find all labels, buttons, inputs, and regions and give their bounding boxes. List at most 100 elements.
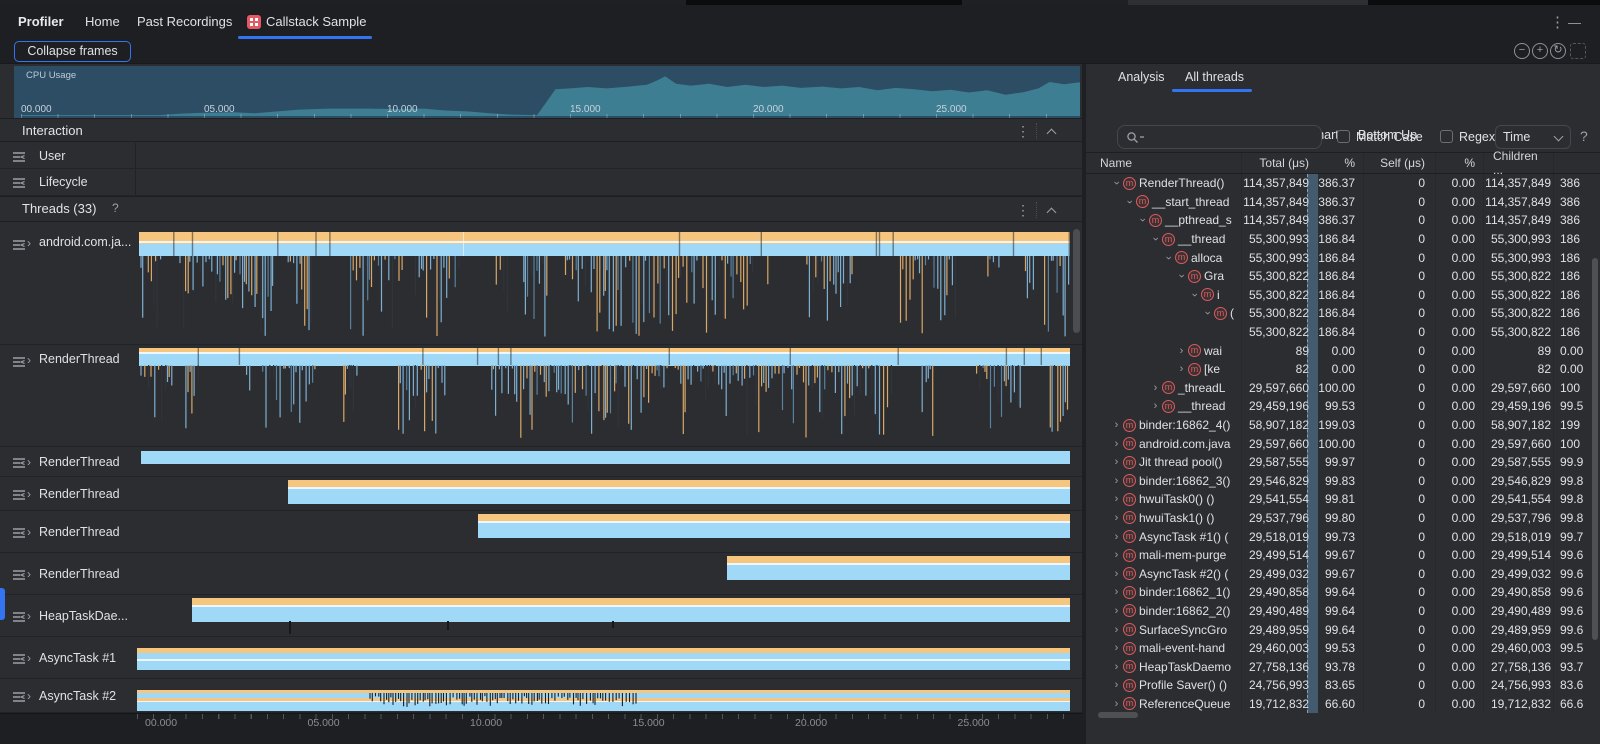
thread-track-chart[interactable] [137, 637, 1070, 678]
collapse-arrow-icon[interactable]: › [1124, 195, 1136, 208]
collapse-arrow-icon[interactable]: › [1189, 288, 1201, 301]
threads-section-header[interactable]: Threads (33) ? ⋮ [0, 196, 1082, 222]
thread-track-chart[interactable] [137, 511, 1070, 552]
table-row[interactable]: ›m__thread29,459,19699.5300.0029,459,196… [1086, 397, 1600, 416]
table-row[interactable]: ›m__start_thread114,357,849386.3700.0011… [1086, 193, 1600, 212]
table-row[interactable]: ›m__thread55,300,993186.8400.0055,300,99… [1086, 230, 1600, 249]
table-row[interactable]: ›mbinder:16862_1()29,490,85899.6400.0029… [1086, 583, 1600, 602]
expand-arrow-icon[interactable]: › [1110, 642, 1123, 654]
track-row-lifecycle[interactable]: Lifecycle [0, 169, 1082, 196]
table-header[interactable]: Name Total (μs) % Self (μs) % Children .… [1086, 152, 1600, 174]
table-row[interactable]: ›mandroid.com.java29,597,660100.0000.002… [1086, 434, 1600, 453]
expand-arrow-icon[interactable]: › [1110, 605, 1123, 617]
expand-arrow-icon[interactable]: › [1175, 345, 1188, 357]
interaction-options-icon[interactable]: ⋮ [1016, 123, 1030, 140]
chevron-right-icon[interactable]: › [27, 609, 31, 623]
table-row[interactable]: ›m(55,300,822186.8400.0055,300,822186 [1086, 304, 1600, 323]
search-input[interactable] [1117, 125, 1322, 149]
thread-track-chart[interactable] [137, 345, 1070, 446]
chevron-right-icon[interactable]: › [27, 455, 31, 469]
table-row[interactable]: ›mbinder:16862_3()29,546,82999.8300.0029… [1086, 472, 1600, 491]
table-row[interactable]: ›mHeapTaskDaemo27,758,13693.7800.0027,75… [1086, 657, 1600, 676]
thread-track-chart[interactable] [137, 447, 1070, 476]
help-icon[interactable]: ? [1580, 128, 1588, 144]
expand-arrow-icon[interactable]: › [1149, 382, 1162, 394]
expand-arrow-icon[interactable]: › [1110, 438, 1123, 450]
zoom-out-icon[interactable]: − [1514, 43, 1530, 59]
threads-help-icon[interactable]: ? [112, 201, 119, 215]
thread-track-chart[interactable] [137, 679, 1070, 712]
table-row[interactable]: ›mbinder:16862_2()29,490,48999.6400.0029… [1086, 602, 1600, 621]
expand-arrow-icon[interactable]: › [1110, 679, 1123, 691]
table-row[interactable]: ›mmali-mem-purge29,499,51499.6700.0029,4… [1086, 546, 1600, 565]
table-row[interactable]: ›mhwuiTask1() ()29,537,79699.8000.0029,5… [1086, 509, 1600, 528]
expand-arrow-icon[interactable]: › [1110, 624, 1123, 636]
thread-row[interactable]: ›AsyncTask #2 [0, 679, 1082, 713]
tab-all-threads[interactable]: All threads [1185, 70, 1244, 84]
table-row[interactable]: ›m[ke820.0000.00820.00 [1086, 360, 1600, 379]
table-row[interactable]: ›m__pthread_s114,357,849386.3700.00114,3… [1086, 211, 1600, 230]
reset-zoom-icon[interactable]: ↻ [1550, 43, 1566, 59]
expand-arrow-icon[interactable]: › [1110, 549, 1123, 561]
tab-callstack-sample[interactable]: Callstack Sample [266, 14, 366, 29]
table-row[interactable]: ›mJit thread pool()29,587,55599.9700.002… [1086, 453, 1600, 472]
match-case-checkbox[interactable] [1337, 130, 1350, 143]
expand-arrow-icon[interactable]: › [1110, 493, 1123, 505]
thread-row[interactable]: ›AsyncTask #1 [0, 637, 1082, 679]
threads-vertical-scrollbar[interactable] [1073, 229, 1080, 333]
track-row-user[interactable]: User [0, 143, 1082, 169]
collapse-arrow-icon[interactable]: › [1176, 270, 1188, 283]
interaction-section-header[interactable]: Interaction ⋮ [0, 118, 1082, 142]
table-vertical-scrollbar[interactable] [1592, 258, 1598, 640]
expand-arrow-icon[interactable]: › [1110, 568, 1123, 580]
table-row[interactable]: ›mAsyncTask #2() (29,499,03299.6700.0029… [1086, 564, 1600, 583]
chevron-right-icon[interactable]: › [27, 487, 31, 501]
expand-arrow-icon[interactable]: › [1110, 698, 1123, 710]
table-row[interactable]: ›mGra55,300,822186.8400.0055,300,822186 [1086, 267, 1600, 286]
collapse-arrow-icon[interactable]: › [1137, 214, 1149, 227]
expand-arrow-icon[interactable]: › [1110, 419, 1123, 431]
table-row[interactable]: 55,300,822186.8400.0055,300,822186 [1086, 323, 1600, 342]
thread-row[interactable]: ›RenderThread [0, 477, 1082, 511]
thread-row[interactable]: ›RenderThread [0, 447, 1082, 477]
table-row[interactable]: ›mReferenceQueue19,712,83266.6000.0019,7… [1086, 695, 1600, 714]
chevron-right-icon[interactable]: › [27, 353, 31, 367]
table-row[interactable]: ›mSurfaceSyncGro29,489,95999.6400.0029,4… [1086, 620, 1600, 639]
expand-arrow-icon[interactable]: › [1110, 512, 1123, 524]
filter-type-dropdown[interactable]: Time [1495, 125, 1571, 149]
expand-arrow-icon[interactable]: › [1110, 531, 1123, 543]
tab-home[interactable]: Home [85, 14, 120, 29]
table-row[interactable]: ›mProfile Saver() ()24,756,99383.6500.00… [1086, 676, 1600, 695]
table-row[interactable]: ›mwai890.0000.00890.00 [1086, 341, 1600, 360]
interaction-collapse-icon[interactable] [1047, 129, 1057, 139]
thread-row[interactable]: ›RenderThread [0, 345, 1082, 447]
table-row[interactable]: ›mi55,300,822186.8400.0055,300,822186 [1086, 286, 1600, 305]
expand-arrow-icon[interactable]: › [1175, 363, 1188, 375]
table-row[interactable]: ›mmali-event-hand29,460,00399.5300.0029,… [1086, 639, 1600, 658]
thread-row[interactable]: ›HeapTaskDae... [0, 595, 1082, 637]
table-row[interactable]: ›m_threadL29,597,660100.0000.0029,597,66… [1086, 379, 1600, 398]
thread-track-chart[interactable] [137, 477, 1070, 510]
table-row[interactable]: ›mAsyncTask #1() (29,518,01999.7300.0029… [1086, 527, 1600, 546]
zoom-in-icon[interactable]: + [1532, 43, 1548, 59]
table-row[interactable]: ›mRenderThread()114,357,849386.3700.0011… [1086, 174, 1600, 193]
table-row[interactable]: ›malloca55,300,993186.8400.0055,300,9931… [1086, 248, 1600, 267]
table-row[interactable]: ›mhwuiTask0() ()29,541,55499.8100.0029,5… [1086, 490, 1600, 509]
expand-arrow-icon[interactable]: › [1110, 456, 1123, 468]
chevron-right-icon[interactable]: › [27, 525, 31, 539]
tab-past-recordings[interactable]: Past Recordings [137, 14, 232, 29]
collapse-arrow-icon[interactable]: › [1150, 233, 1162, 246]
collapse-arrow-icon[interactable]: › [1202, 307, 1214, 320]
table-horizontal-scrollbar[interactable] [1098, 712, 1138, 718]
thread-row[interactable]: ›RenderThread [0, 553, 1082, 595]
tab-analysis[interactable]: Analysis [1118, 70, 1165, 84]
expand-arrow-icon[interactable]: › [1110, 475, 1123, 487]
regex-checkbox[interactable] [1440, 130, 1453, 143]
table-row[interactable]: ›mbinder:16862_4()58,907,182199.0300.005… [1086, 416, 1600, 435]
thread-track-chart[interactable] [137, 228, 1070, 344]
collapse-arrow-icon[interactable]: › [1163, 251, 1175, 264]
cpu-usage-minimap[interactable]: CPU Usage 00.00005.00010.00015.00020.000… [14, 66, 1080, 118]
chevron-right-icon[interactable]: › [27, 651, 31, 665]
chevron-right-icon[interactable]: › [27, 689, 31, 703]
thread-track-chart[interactable] [137, 553, 1070, 594]
